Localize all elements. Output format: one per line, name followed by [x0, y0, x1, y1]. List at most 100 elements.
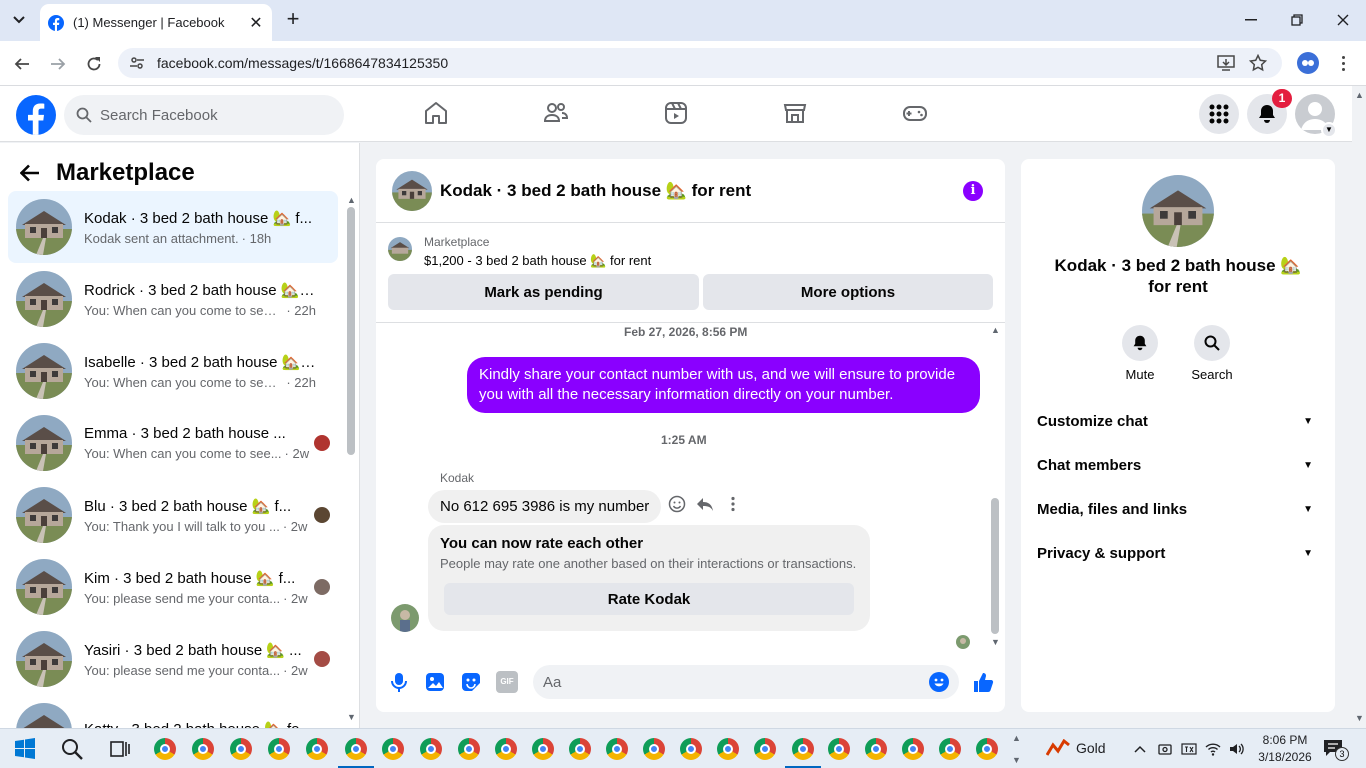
install-app-icon[interactable] [1217, 54, 1235, 72]
customize-chat-section[interactable]: Customize chat ▼ [1037, 401, 1319, 441]
page-scroll-down-arrow[interactable]: ▼ [1355, 713, 1364, 723]
rate-kodak-button[interactable]: Rate Kodak [444, 583, 854, 615]
conversation-item[interactable]: Isabelle · 3 bed 2 bath house 🏡 ... You: … [8, 335, 338, 407]
chat-avatar[interactable] [392, 170, 432, 211]
chrome-taskbar-icon[interactable] [420, 738, 442, 760]
more-vertical-icon[interactable] [724, 495, 742, 513]
taskbar-scroll-down[interactable]: ▼ [1012, 755, 1021, 765]
browser-tab[interactable]: (1) Messenger | Facebook ✕ [40, 4, 272, 41]
system-clock[interactable]: 8:06 PM 3/18/2026 [1252, 732, 1318, 766]
chrome-taskbar-icon[interactable] [606, 738, 628, 760]
photo-icon[interactable] [424, 671, 446, 693]
conversation-item[interactable]: Kodak · 3 bed 2 bath house 🏡 f... Kodak s… [8, 191, 338, 263]
chrome-taskbar-icon[interactable] [532, 738, 554, 760]
forward-button[interactable] [46, 52, 70, 76]
chrome-taskbar-icon[interactable] [345, 738, 367, 760]
media-files-links-section[interactable]: Media, files and links ▼ [1037, 489, 1319, 529]
browser-profile-icon[interactable] [1297, 52, 1319, 74]
chrome-taskbar-icon[interactable] [569, 738, 591, 760]
address-bar[interactable]: facebook.com/messages/t/1668647834125350 [118, 48, 1282, 78]
conversation-item[interactable]: Kim · 3 bed 2 bath house 🏡 f... You: plea… [8, 551, 338, 623]
scroll-up-arrow[interactable]: ▲ [347, 195, 356, 205]
chrome-taskbar-icon[interactable] [458, 738, 480, 760]
mute-button[interactable]: Mute [1110, 325, 1170, 382]
mark-as-pending-button[interactable]: Mark as pending [388, 274, 699, 310]
chrome-taskbar-icon[interactable] [230, 738, 252, 760]
language-icon[interactable] [1181, 741, 1197, 757]
privacy-support-section[interactable]: Privacy & support ▼ [1037, 533, 1319, 573]
url-text[interactable]: facebook.com/messages/t/1668647834125350 [157, 55, 448, 71]
search-icon[interactable] [60, 737, 84, 761]
chrome-taskbar-icon[interactable] [865, 738, 887, 760]
task-view-icon[interactable] [108, 737, 132, 761]
volume-icon[interactable] [1228, 741, 1244, 757]
chrome-taskbar-icon[interactable] [154, 738, 176, 760]
chrome-taskbar-icon[interactable] [976, 738, 998, 760]
weather-widget[interactable]: Gold [1046, 739, 1106, 757]
emoji-icon[interactable] [929, 672, 949, 692]
back-button[interactable] [10, 52, 34, 76]
chrome-taskbar-icon[interactable] [495, 738, 517, 760]
chevron-up-icon[interactable] [1132, 741, 1148, 757]
scroll-down-arrow[interactable]: ▼ [991, 637, 1000, 647]
menu-button[interactable] [1199, 94, 1239, 134]
chrome-taskbar-icon[interactable] [192, 738, 214, 760]
react-emoji-icon[interactable] [668, 495, 686, 513]
chevron-down-icon[interactable]: ▼ [1321, 122, 1337, 138]
chat-title[interactable]: Kodak · 3 bed 2 bath house 🏡 for rent [440, 181, 751, 201]
sender-avatar[interactable] [391, 604, 419, 632]
conversation-item[interactable]: Katty · 3 bed 2 bath house 🏡 fo... [8, 695, 338, 729]
chrome-taskbar-icon[interactable] [754, 738, 776, 760]
outgoing-message[interactable]: Kindly share your contact number with us… [467, 357, 980, 413]
chrome-taskbar-icon[interactable] [792, 738, 814, 760]
message-scrollbar[interactable] [991, 498, 999, 634]
search-in-chat-button[interactable]: Search [1182, 325, 1242, 382]
windows-start-icon[interactable] [13, 737, 37, 761]
tab-search-button[interactable] [6, 8, 32, 32]
gaming-icon[interactable] [902, 100, 928, 126]
chrome-taskbar-icon[interactable] [939, 738, 961, 760]
chrome-taskbar-icon[interactable] [306, 738, 328, 760]
conversation-item[interactable]: Rodrick · 3 bed 2 bath house 🏡 ... You: W… [8, 263, 338, 335]
new-tab-button[interactable]: + [282, 8, 304, 32]
incoming-message[interactable]: No 612 695 3986 is my number [428, 490, 662, 523]
chrome-taskbar-icon[interactable] [643, 738, 665, 760]
wifi-icon[interactable] [1205, 741, 1221, 757]
chrome-taskbar-icon[interactable] [828, 738, 850, 760]
marketplace-icon[interactable] [782, 100, 808, 126]
chrome-taskbar-icon[interactable] [382, 738, 404, 760]
video-icon[interactable] [663, 100, 689, 126]
home-icon[interactable] [423, 100, 449, 126]
action-center-button[interactable]: 3 [1323, 739, 1349, 761]
info-icon[interactable]: i [963, 181, 983, 201]
microphone-icon[interactable] [388, 671, 410, 693]
conversation-item[interactable]: Emma · 3 bed 2 bath house ... You: When c… [8, 407, 338, 479]
more-options-button[interactable]: More options [703, 274, 993, 310]
close-window-button[interactable] [1332, 9, 1354, 31]
friends-icon[interactable] [543, 100, 569, 126]
conversation-item[interactable]: Blu · 3 bed 2 bath house 🏡 f... You: Than… [8, 479, 338, 551]
reload-button[interactable] [82, 52, 106, 76]
chrome-taskbar-icon[interactable] [268, 738, 290, 760]
details-avatar[interactable] [1142, 175, 1214, 247]
scroll-down-arrow[interactable]: ▼ [347, 712, 356, 722]
sticker-icon[interactable] [460, 671, 482, 693]
chrome-taskbar-icon[interactable] [902, 738, 924, 760]
back-arrow-icon[interactable] [20, 164, 40, 182]
close-tab-icon[interactable]: ✕ [248, 13, 264, 33]
chat-members-section[interactable]: Chat members ▼ [1037, 445, 1319, 485]
page-scroll-up-arrow[interactable]: ▲ [1355, 90, 1364, 100]
conversation-scrollbar[interactable] [347, 207, 355, 455]
gif-icon[interactable]: GIF [496, 671, 518, 693]
taskbar-scroll-up[interactable]: ▲ [1012, 733, 1021, 743]
reply-icon[interactable] [696, 495, 714, 513]
conversation-item[interactable]: Yasiri · 3 bed 2 bath house 🏡 ... You: pl… [8, 623, 338, 695]
site-info-icon[interactable] [129, 55, 145, 71]
restore-button[interactable] [1286, 9, 1308, 31]
facebook-search-input[interactable]: Search Facebook [64, 95, 344, 135]
thumbs-up-icon[interactable] [972, 671, 994, 693]
bookmark-star-icon[interactable] [1249, 54, 1267, 72]
minimize-button[interactable] [1240, 9, 1262, 31]
message-input[interactable]: Aa [533, 665, 959, 699]
browser-menu-icon[interactable] [1338, 52, 1348, 74]
